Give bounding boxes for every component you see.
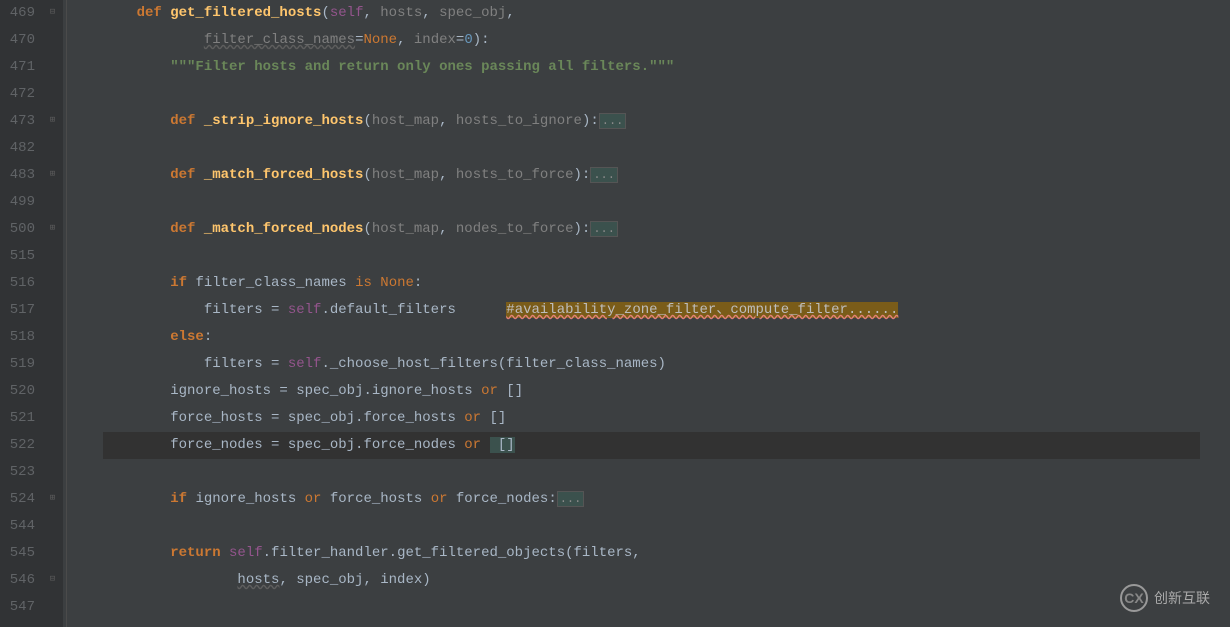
code-line: force_hosts = spec_obj.force_hosts or [] bbox=[103, 405, 1230, 432]
code-line: return self.filter_handler.get_filtered_… bbox=[103, 540, 1230, 567]
line-number: 518 bbox=[8, 324, 35, 351]
fold-expand-icon[interactable]: ⊞ bbox=[47, 493, 58, 504]
fold-icon[interactable]: ⊟ bbox=[47, 574, 58, 585]
code-line: ignore_hosts = spec_obj.ignore_hosts or … bbox=[103, 378, 1230, 405]
code-line bbox=[103, 189, 1230, 216]
fold-box[interactable]: ... bbox=[557, 491, 585, 507]
watermark: CX 创新互联 bbox=[1120, 584, 1210, 612]
line-number: 522 bbox=[8, 432, 35, 459]
code-line: def get_filtered_hosts(self, hosts, spec… bbox=[103, 0, 1230, 27]
line-number: 499 bbox=[8, 189, 35, 216]
code-line: if ignore_hosts or force_hosts or force_… bbox=[103, 486, 1230, 513]
line-number: 515 bbox=[8, 243, 35, 270]
line-number: 544 bbox=[8, 513, 35, 540]
fold-box[interactable]: ... bbox=[590, 221, 618, 237]
line-number: 470 bbox=[8, 27, 35, 54]
caret-highlight: [] bbox=[490, 437, 515, 453]
fold-box[interactable]: ... bbox=[599, 113, 627, 129]
line-number: 520 bbox=[8, 378, 35, 405]
code-line: hosts, spec_obj, index) bbox=[103, 567, 1230, 594]
code-line: if filter_class_names is None: bbox=[103, 270, 1230, 297]
watermark-icon: CX bbox=[1120, 584, 1148, 612]
code-line bbox=[103, 135, 1230, 162]
code-line: filter_class_names=None, index=0): bbox=[103, 27, 1230, 54]
line-number: 472 bbox=[8, 81, 35, 108]
code-line: filters = self._choose_host_filters(filt… bbox=[103, 351, 1230, 378]
line-number: 523 bbox=[8, 459, 35, 486]
fold-box[interactable]: ... bbox=[590, 167, 618, 183]
line-number: 547 bbox=[8, 594, 35, 621]
code-line: else: bbox=[103, 324, 1230, 351]
code-line: def _match_forced_hosts(host_map, hosts_… bbox=[103, 162, 1230, 189]
code-line: """Filter hosts and return only ones pas… bbox=[103, 54, 1230, 81]
code-line bbox=[103, 459, 1230, 486]
line-number: 517 bbox=[8, 297, 35, 324]
line-number: 473 bbox=[8, 108, 35, 135]
code-line: force_nodes = spec_obj.force_nodes or [] bbox=[103, 432, 1230, 459]
indent-guides bbox=[63, 0, 103, 627]
line-number: 545 bbox=[8, 540, 35, 567]
line-number: 519 bbox=[8, 351, 35, 378]
highlighted-comment: #availability_zone_filter、compute_filter… bbox=[506, 302, 898, 318]
line-number: 483 bbox=[8, 162, 35, 189]
line-number: 482 bbox=[8, 135, 35, 162]
code-line bbox=[103, 513, 1230, 540]
line-number: 471 bbox=[8, 54, 35, 81]
code-line: filters = self.default_filters #availabi… bbox=[103, 297, 1230, 324]
line-number: 524 bbox=[8, 486, 35, 513]
line-number: 469 bbox=[8, 0, 35, 27]
fold-icon[interactable]: ⊟ bbox=[47, 7, 58, 18]
fold-expand-icon[interactable]: ⊞ bbox=[47, 115, 58, 126]
code-line: def _match_forced_nodes(host_map, nodes_… bbox=[103, 216, 1230, 243]
code-line: def _strip_ignore_hosts(host_map, hosts_… bbox=[103, 108, 1230, 135]
code-line bbox=[103, 81, 1230, 108]
code-line bbox=[103, 243, 1230, 270]
line-number: 516 bbox=[8, 270, 35, 297]
fold-expand-icon[interactable]: ⊞ bbox=[47, 223, 58, 234]
line-number: 500 bbox=[8, 216, 35, 243]
line-gutter: 469 470 471 472 473 482 483 499 500 515 … bbox=[0, 0, 45, 627]
line-number: 546 bbox=[8, 567, 35, 594]
code-editor[interactable]: 469 470 471 472 473 482 483 499 500 515 … bbox=[0, 0, 1230, 627]
code-line bbox=[103, 594, 1230, 621]
line-number: 521 bbox=[8, 405, 35, 432]
watermark-text: 创新互联 bbox=[1154, 585, 1210, 612]
fold-gutter: ⊟ ⊞ ⊞ ⊞ ⊞ ⊟ bbox=[45, 0, 63, 627]
fold-expand-icon[interactable]: ⊞ bbox=[47, 169, 58, 180]
code-content[interactable]: def get_filtered_hosts(self, hosts, spec… bbox=[103, 0, 1230, 627]
